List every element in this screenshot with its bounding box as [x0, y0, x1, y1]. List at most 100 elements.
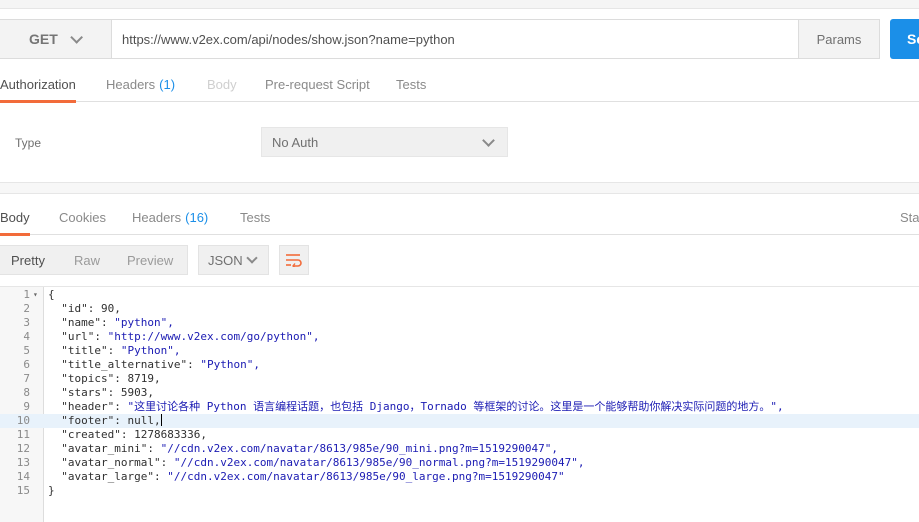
- headers-count-badge: (1): [159, 76, 176, 92]
- response-tabs: Body Cookies Headers (16) Tests Status: [0, 199, 919, 236]
- json-key: "created": [61, 428, 121, 441]
- chevron-down-icon: [482, 134, 495, 147]
- code-text: "footer": null,: [61, 414, 162, 427]
- tab-body[interactable]: Body: [207, 66, 237, 102]
- line-number: 7: [23, 372, 30, 385]
- view-pretty-button[interactable]: Pretty: [11, 253, 45, 268]
- tab-authorization[interactable]: Authorization: [0, 66, 76, 103]
- line-number: 8: [23, 386, 30, 399]
- code-line: 11 "created": 1278683336,: [0, 428, 919, 442]
- format-select[interactable]: JSON: [198, 245, 269, 275]
- json-key: "topics": [61, 372, 115, 385]
- json-key: "avatar_large": [61, 470, 154, 483]
- url-input[interactable]: https://www.v2ex.com/api/nodes/show.json…: [111, 19, 799, 59]
- line-number: 6: [23, 358, 30, 371]
- method-label: GET: [29, 31, 58, 47]
- tab-label: Pre-request Script: [265, 76, 370, 92]
- code-text: "id": 90,: [61, 302, 121, 315]
- json-key: "stars": [61, 386, 108, 399]
- tab-pre-request-script[interactable]: Pre-request Script: [265, 66, 370, 102]
- tab-label: Body: [0, 209, 30, 225]
- fold-toggle-icon[interactable]: ▾: [33, 288, 38, 302]
- code-text: "title": "Python",: [61, 344, 181, 357]
- json-value: null,: [127, 414, 161, 427]
- json-key: "footer": [61, 414, 115, 427]
- code-line: 2 "id": 90,: [0, 302, 919, 316]
- json-value: "Python",: [200, 358, 260, 371]
- send-button[interactable]: Send: [890, 19, 919, 59]
- code-line: 13 "avatar_normal": "//cdn.v2ex.com/nava…: [0, 456, 919, 470]
- tab-headers[interactable]: Headers (1): [106, 66, 175, 102]
- headers-count-badge: (16): [185, 209, 209, 225]
- view-raw-button[interactable]: Raw: [74, 253, 100, 268]
- json-key: "avatar_mini": [61, 442, 148, 455]
- line-number: 11: [16, 428, 30, 441]
- code-text: "name": "python",: [61, 316, 174, 329]
- view-preview-button[interactable]: Preview: [127, 253, 173, 268]
- line-number: 5: [23, 344, 30, 357]
- tab-response-tests[interactable]: Tests: [240, 199, 270, 235]
- code-text: "header": "这里讨论各种 Python 语言编程话题，也包括 Djan…: [61, 400, 784, 413]
- response-body-editor[interactable]: 1 ▾{2 "id": 90, 3 "name": "python", 4 "url"…: [0, 286, 919, 522]
- code-line: 10 "footer": null,: [0, 414, 919, 428]
- line-number: 2: [23, 302, 30, 315]
- code-text: }: [48, 484, 55, 497]
- status-label: Status: [900, 199, 919, 235]
- section-divider: [0, 182, 919, 194]
- wrap-lines-icon: [286, 254, 302, 267]
- code-text: {: [48, 288, 55, 301]
- format-value: JSON: [208, 252, 243, 268]
- json-value: "//cdn.v2ex.com/navatar/8613/985e/90_min…: [160, 442, 558, 455]
- code-line: 6 "title_alternative": "Python",: [0, 358, 919, 372]
- json-value: "Python",: [120, 344, 181, 357]
- code-line: 7 "topics": 8719,: [0, 372, 919, 386]
- json-key: "url": [61, 330, 95, 343]
- tab-response-headers[interactable]: Headers (16): [132, 199, 208, 235]
- code-text: "created": 1278683336,: [61, 428, 207, 441]
- json-key: "avatar_normal": [61, 456, 161, 469]
- json-value: "这里讨论各种 Python 语言编程话题，也包括 Django，Tornado…: [127, 400, 784, 413]
- code-text: "avatar_normal": "//cdn.v2ex.com/navatar…: [61, 456, 585, 469]
- url-text: https://www.v2ex.com/api/nodes/show.json…: [122, 31, 455, 47]
- tab-label: Headers: [132, 209, 182, 225]
- chevron-down-icon: [70, 30, 83, 44]
- wrap-lines-button[interactable]: [279, 245, 309, 275]
- tab-response-body[interactable]: Body: [0, 199, 30, 236]
- chevron-down-icon: [246, 252, 258, 264]
- json-key: "header": [61, 400, 115, 413]
- json-key: "name": [61, 316, 101, 329]
- line-number: 14: [16, 470, 30, 483]
- line-number: 9: [23, 400, 30, 413]
- view-mode-group: Pretty Raw Preview: [0, 245, 188, 275]
- tab-cookies[interactable]: Cookies: [59, 199, 106, 235]
- json-value: "http://www.v2ex.com/go/python",: [107, 330, 320, 343]
- tab-label: Tests: [240, 209, 271, 225]
- code-text: "avatar_mini": "//cdn.v2ex.com/navatar/8…: [61, 442, 558, 455]
- tab-tests[interactable]: Tests: [396, 66, 426, 102]
- code-line: 9 "header": "这里讨论各种 Python 语言编程话题，也包括 Dj…: [0, 400, 919, 414]
- auth-type-value: No Auth: [272, 134, 319, 150]
- code-line: 4 "url": "http://www.v2ex.com/go/python"…: [0, 330, 919, 344]
- code-line: 1 ▾ {: [0, 288, 919, 302]
- auth-type-select[interactable]: No Auth: [261, 127, 508, 157]
- top-strip: [0, 0, 919, 9]
- code-text: "title_alternative": "Python",: [61, 358, 260, 371]
- code-line: 14 "avatar_large": "//cdn.v2ex.com/navat…: [0, 470, 919, 484]
- json-value: "python",: [114, 316, 174, 329]
- request-bar: GET https://www.v2ex.com/api/nodes/show.…: [0, 19, 919, 59]
- tab-label: Tests: [396, 76, 427, 92]
- request-tabs: Authorization Headers (1) Body Pre-reque…: [0, 66, 919, 103]
- line-number: 13: [16, 456, 30, 469]
- json-value: 1278683336,: [134, 428, 207, 441]
- json-key: "title": [61, 344, 108, 357]
- code-text: "stars": 5903,: [61, 386, 154, 399]
- line-number: 4: [23, 330, 30, 343]
- code-line: 12 "avatar_mini": "//cdn.v2ex.com/navata…: [0, 442, 919, 456]
- line-number: 3: [23, 316, 30, 329]
- params-button[interactable]: Params: [798, 19, 880, 59]
- tab-label: Headers: [106, 76, 156, 92]
- method-select[interactable]: GET: [0, 19, 111, 59]
- text-cursor: [160, 414, 162, 426]
- json-key: "id": [61, 302, 88, 315]
- json-value: "//cdn.v2ex.com/navatar/8613/985e/90_lar…: [167, 470, 565, 483]
